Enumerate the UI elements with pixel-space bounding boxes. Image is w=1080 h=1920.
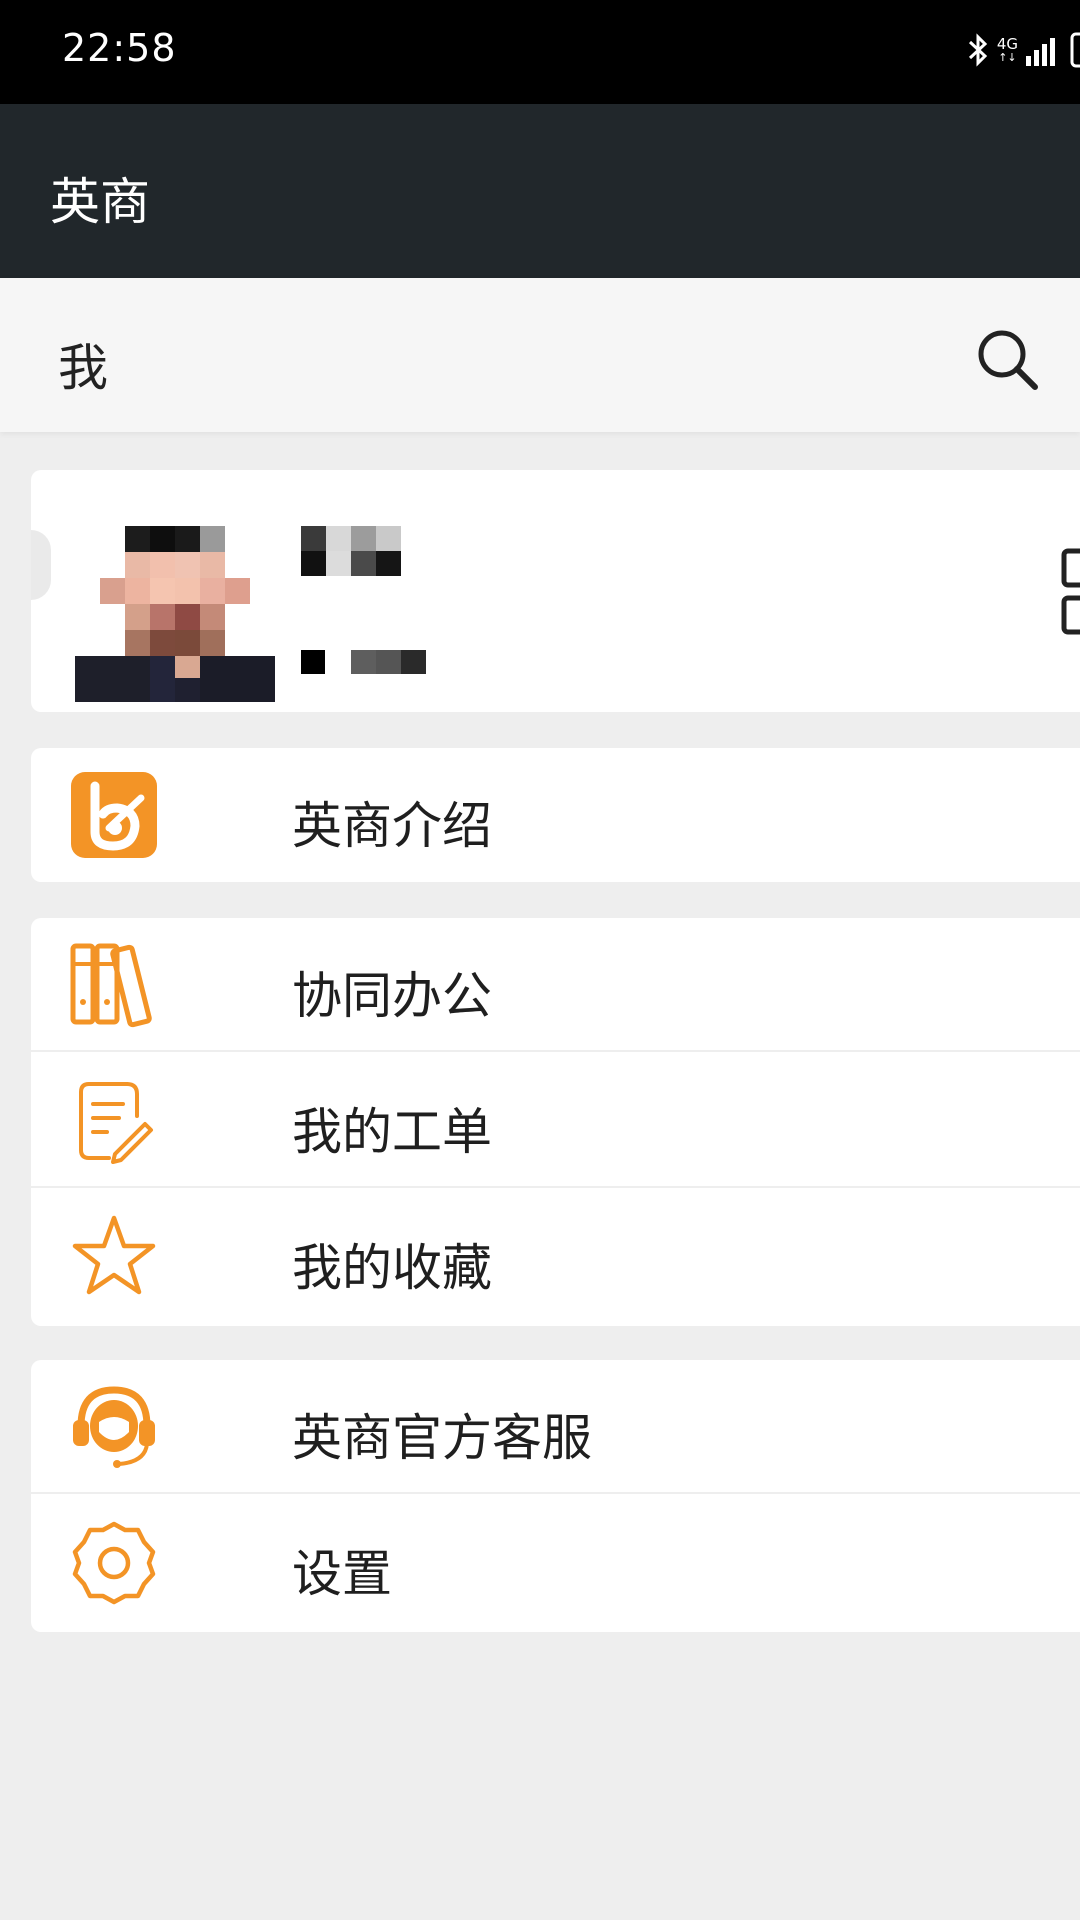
menu-item-collab[interactable]: 协同办公 [31, 918, 1080, 1052]
menu-item-collab-label: 协同办公 [292, 967, 492, 1025]
menu-item-intro[interactable]: 英商介绍 [31, 748, 1080, 882]
menu-item-settings-label: 设置 [292, 1545, 392, 1603]
menu-item-favorites[interactable]: 我的收藏 [31, 1190, 1080, 1324]
bluetooth-icon [968, 33, 987, 67]
menu-item-support-label: 英商官方客服 [292, 1409, 592, 1467]
menu-item-intro-label: 英商介绍 [292, 797, 492, 855]
signal-icon [1026, 38, 1055, 66]
page-title: 我 [58, 339, 108, 397]
star-icon [72, 1215, 156, 1295]
edit-document-icon [79, 1082, 153, 1164]
app-title: 英商 [50, 173, 150, 231]
binders-icon [70, 943, 152, 1028]
page-header: 我 [0, 278, 1080, 432]
profile-card[interactable] [31, 470, 1080, 712]
status-time: 22:58 [62, 26, 177, 70]
profile-subtitle-redacted [301, 650, 426, 674]
office-group-card: 协同办公 我的工单 我的收藏 [31, 918, 1080, 1326]
menu-item-work-orders-label: 我的工单 [292, 1103, 492, 1161]
avatar-edge-tab [31, 530, 51, 600]
status-bar: 22:58 4G ↑↓ [0, 0, 1080, 104]
battery-icon [1070, 32, 1080, 68]
profile-name-redacted [301, 526, 401, 576]
support-group-card: 英商官方客服 设置 [31, 1360, 1080, 1632]
customer-service-icon [73, 1386, 155, 1468]
app-bar: 英商 [0, 104, 1080, 278]
network-label: 4G [996, 35, 1018, 53]
menu-item-settings[interactable]: 设置 [31, 1496, 1080, 1630]
search-button[interactable] [972, 324, 1042, 394]
intro-card: 英商介绍 [31, 748, 1080, 882]
gear-icon [72, 1521, 156, 1605]
menu-item-favorites-label: 我的收藏 [292, 1239, 492, 1297]
menu-item-support[interactable]: 英商官方客服 [31, 1360, 1080, 1494]
menu-item-work-orders[interactable]: 我的工单 [31, 1054, 1080, 1188]
4g-icon: 4G ↑↓ [996, 35, 1018, 64]
avatar[interactable] [75, 526, 275, 702]
ying-shang-logo-icon [71, 772, 157, 858]
qr-code-icon[interactable] [1061, 548, 1080, 638]
status-icons: 4G ↑↓ [965, 30, 1080, 70]
search-icon [978, 330, 1038, 390]
